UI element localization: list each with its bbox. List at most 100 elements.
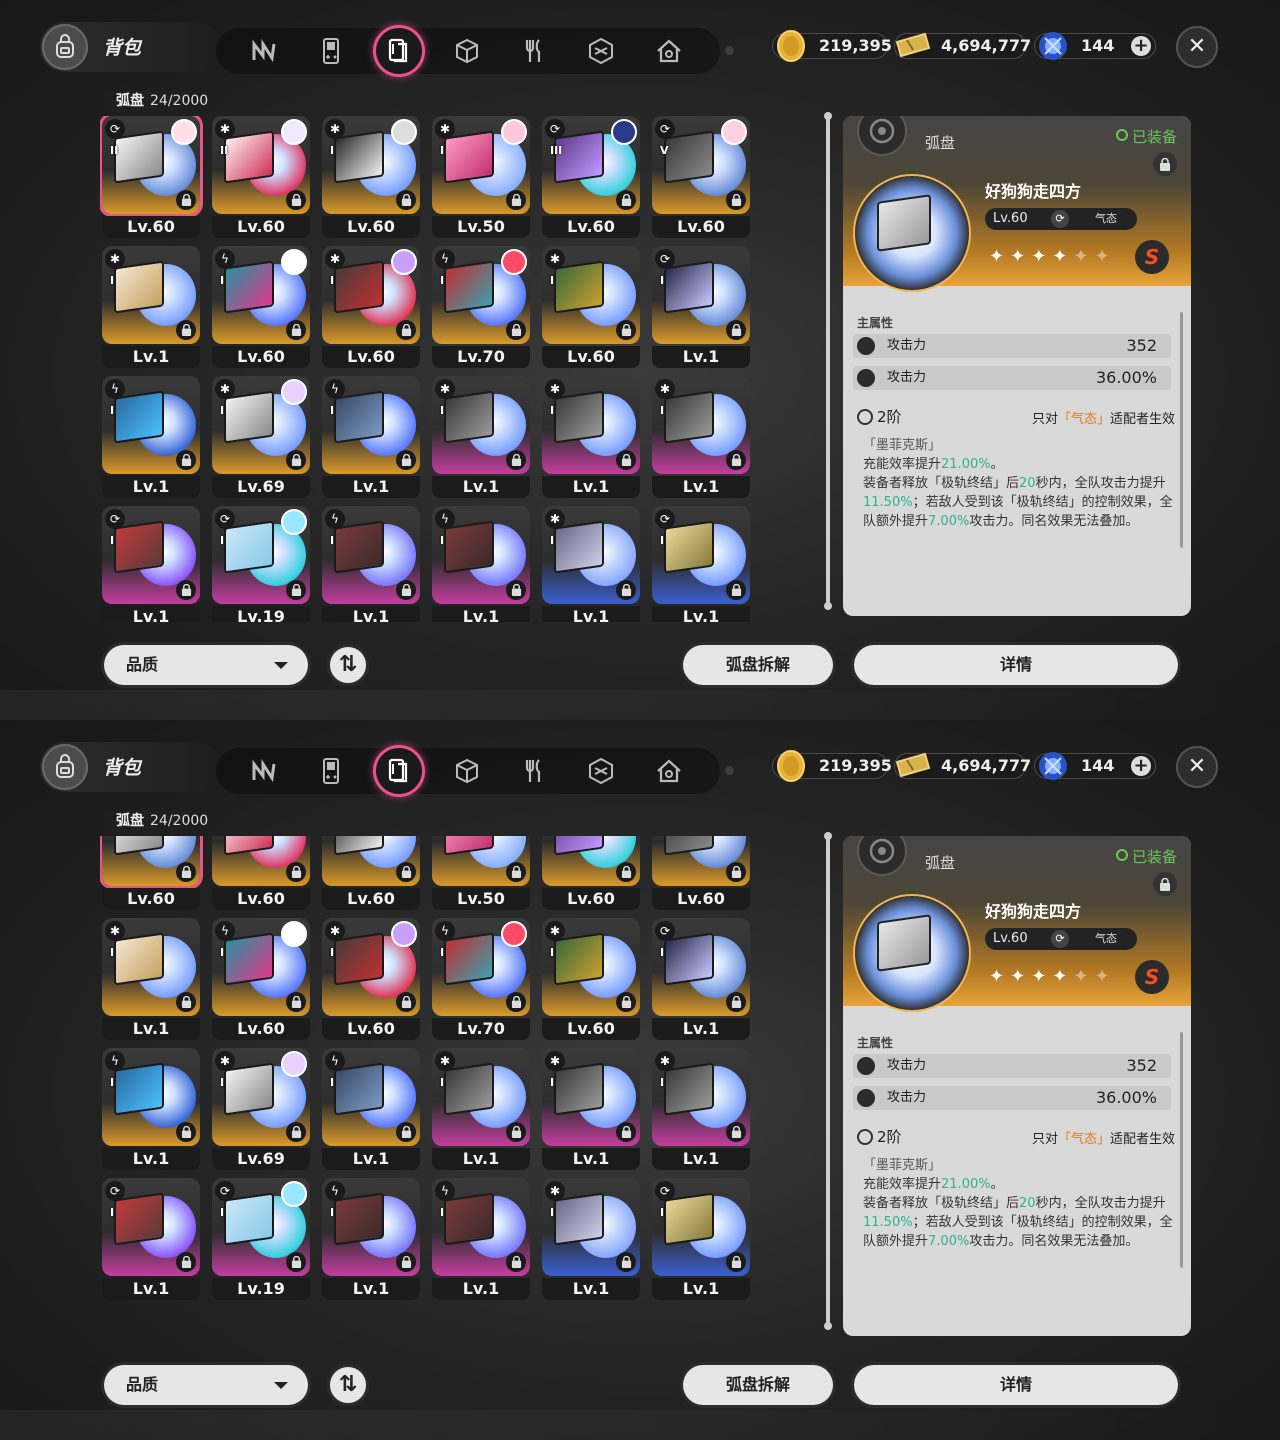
lock-icon[interactable] (286, 450, 306, 470)
dismantle-button[interactable]: 弧盘拆解 (683, 645, 833, 685)
disc-item[interactable]: ϟ I Lv.1 (100, 1048, 202, 1173)
disc-item[interactable]: ✱ I Lv.1 (430, 1048, 532, 1173)
disc-item[interactable]: ✱ILv.60 (320, 246, 422, 371)
lock-icon[interactable] (176, 862, 196, 882)
lock-icon[interactable] (616, 1122, 636, 1142)
disc-item[interactable]: ϟ I Lv.70 (430, 918, 532, 1043)
lock-icon[interactable] (506, 320, 526, 340)
quality-filter-dropdown[interactable]: 品质 (104, 1365, 308, 1405)
tab-cube[interactable] (448, 32, 486, 70)
lock-icon[interactable] (506, 580, 526, 600)
disc-item[interactable]: ✱ I Lv.1 (430, 376, 532, 501)
lock-icon[interactable] (506, 862, 526, 882)
tab-gameboy[interactable] (312, 32, 350, 70)
lock-icon[interactable] (396, 320, 416, 340)
tab-house[interactable] (650, 32, 688, 70)
disc-item[interactable]: ϟ I Lv.1 (320, 1048, 422, 1173)
disc-item[interactable]: ϟ I Lv.70 (430, 246, 532, 371)
disc-item[interactable]: ✱ILv.60 (320, 836, 422, 913)
lock-icon[interactable] (726, 320, 746, 340)
disc-item[interactable]: ϟ I Lv.60 (210, 918, 312, 1043)
dismantle-button[interactable]: 弧盘拆解 (683, 1365, 833, 1405)
disc-item[interactable]: ✱IILv.60 (210, 116, 312, 241)
disc-item[interactable]: ⟳VLv.60 (650, 836, 752, 913)
disc-item[interactable]: ⟳IILv.60 (100, 836, 203, 913)
lock-icon[interactable] (396, 580, 416, 600)
close-button[interactable]: ✕ (1176, 26, 1218, 68)
lock-icon[interactable] (396, 862, 416, 882)
lock-icon[interactable] (286, 1252, 306, 1272)
lock-icon[interactable] (176, 992, 196, 1012)
lock-icon[interactable] (176, 1252, 196, 1272)
disc-item[interactable]: ✱ILv.60 (540, 918, 642, 1043)
disc-item[interactable]: ⟳ I Lv.1 (100, 1178, 202, 1303)
lock-icon[interactable] (286, 992, 306, 1012)
details-button[interactable]: 详情 (854, 645, 1178, 685)
lock-icon[interactable] (396, 450, 416, 470)
tab-cube[interactable] (448, 752, 486, 790)
disc-item[interactable]: ⟳ I Lv.1 (650, 918, 752, 1043)
disc-item[interactable]: ϟ I Lv.1 (320, 506, 422, 622)
disc-item[interactable]: ✱ I Lv.1 (540, 376, 642, 501)
detail-lock-button[interactable] (1153, 152, 1177, 176)
tab-disc[interactable] (373, 25, 425, 77)
disc-item[interactable]: ⟳ I Lv.1 (650, 506, 752, 622)
disc-item[interactable]: ✱ILv.50 (430, 836, 532, 913)
disc-item[interactable]: ⟳ I Lv.19 (210, 506, 312, 622)
lock-icon[interactable] (726, 992, 746, 1012)
tab-food[interactable] (515, 752, 553, 790)
disc-item[interactable]: ✱ I Lv.69 (210, 1048, 312, 1173)
disc-item[interactable]: ϟ I Lv.1 (320, 376, 422, 501)
disc-item[interactable]: ⟳ I Lv.1 (650, 246, 752, 371)
lock-icon[interactable] (616, 450, 636, 470)
lock-icon[interactable] (176, 580, 196, 600)
lock-icon[interactable] (176, 190, 196, 210)
lock-icon[interactable] (616, 862, 636, 882)
tab-hexagon[interactable] (582, 32, 620, 70)
lock-icon[interactable] (616, 992, 636, 1012)
tab-hexagon[interactable] (582, 752, 620, 790)
sort-order-button[interactable]: ⇅ (327, 644, 369, 686)
tab-house[interactable] (650, 752, 688, 790)
tab-zigzag[interactable] (245, 752, 283, 790)
tab-zigzag[interactable] (245, 32, 283, 70)
disc-item[interactable]: ✱ILv.50 (430, 116, 532, 241)
add-gem-button[interactable]: + (1131, 36, 1151, 56)
disc-item[interactable]: ✱IILv.60 (210, 836, 312, 913)
lock-icon[interactable] (396, 992, 416, 1012)
disc-item[interactable]: ⟳VLv.60 (650, 116, 752, 241)
detail-lock-button[interactable] (1153, 872, 1177, 896)
lock-icon[interactable] (616, 1252, 636, 1272)
disc-item[interactable]: ϟ I Lv.1 (320, 1178, 422, 1303)
disc-item[interactable]: ⟳ I Lv.19 (210, 1178, 312, 1303)
disc-item[interactable]: ✱ I Lv.1 (540, 1048, 642, 1173)
lock-icon[interactable] (286, 580, 306, 600)
lock-icon[interactable] (616, 190, 636, 210)
lock-icon[interactable] (396, 1122, 416, 1142)
grid-scrollbar[interactable] (824, 112, 832, 610)
disc-item[interactable]: ✱ I Lv.1 (100, 246, 202, 371)
lock-icon[interactable] (176, 450, 196, 470)
lock-icon[interactable] (726, 1252, 746, 1272)
disc-item[interactable]: ✱ I Lv.1 (540, 506, 642, 622)
detail-scrollbar[interactable] (1180, 312, 1183, 548)
tab-gameboy[interactable] (312, 752, 350, 790)
lock-icon[interactable] (726, 580, 746, 600)
lock-icon[interactable] (726, 1122, 746, 1142)
lock-icon[interactable] (506, 1252, 526, 1272)
disc-item[interactable]: ✱ I Lv.1 (540, 1178, 642, 1303)
lock-icon[interactable] (286, 862, 306, 882)
disc-item[interactable]: ϟ I Lv.1 (100, 376, 202, 501)
disc-item[interactable]: ✱ I Lv.1 (650, 1048, 752, 1173)
disc-item[interactable]: ϟ I Lv.60 (210, 246, 312, 371)
tab-food[interactable] (515, 32, 553, 70)
disc-item[interactable]: ϟ I Lv.1 (430, 506, 532, 622)
disc-item[interactable]: ✱ I Lv.69 (210, 376, 312, 501)
lock-icon[interactable] (506, 992, 526, 1012)
disc-item[interactable]: ✱ILv.60 (320, 116, 422, 241)
lock-icon[interactable] (726, 450, 746, 470)
add-gem-button[interactable]: + (1131, 756, 1151, 776)
lock-icon[interactable] (506, 190, 526, 210)
lock-icon[interactable] (396, 1252, 416, 1272)
lock-icon[interactable] (506, 450, 526, 470)
